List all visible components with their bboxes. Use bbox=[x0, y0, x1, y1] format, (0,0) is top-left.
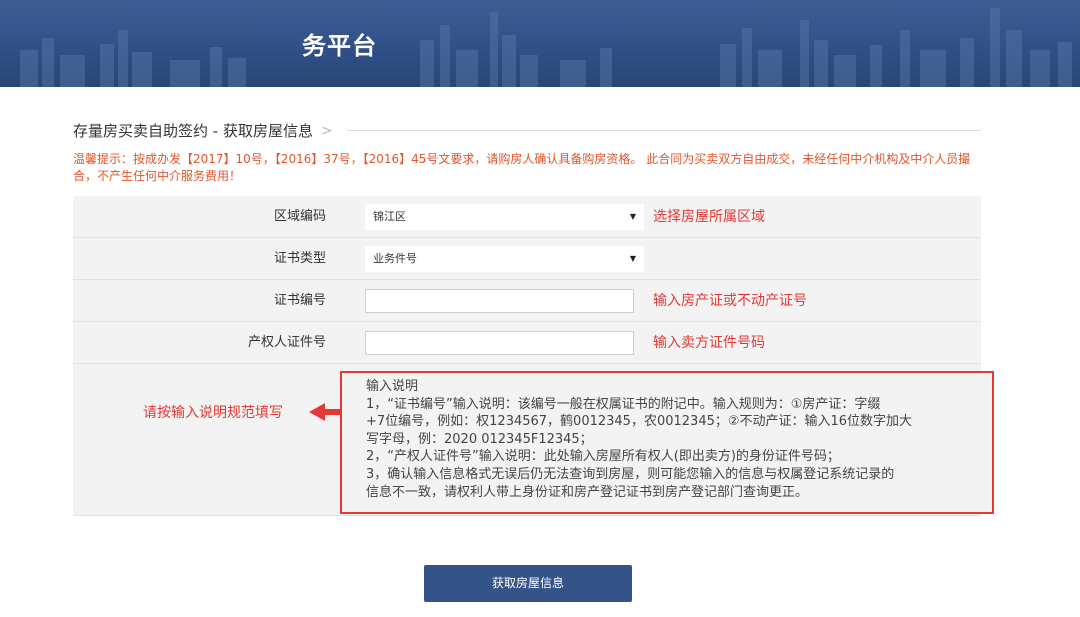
dropdown-arrow-icon: ▼ bbox=[629, 212, 636, 221]
header-banner: 务平台 bbox=[0, 0, 1080, 87]
breadcrumb-divider bbox=[347, 130, 981, 131]
instructions-line: +7位编号，例如：权1234567，鹤0012345，农0012345；②不动产… bbox=[366, 414, 913, 430]
instructions-line: 写字母，例：2020 012345F12345； bbox=[366, 431, 593, 447]
instructions-line: 信息不一致，请权利人带上身份证和房产登记证书到房产登记部门查询更正。 bbox=[366, 484, 809, 500]
cert-no-input[interactable] bbox=[365, 289, 634, 313]
cert-type-label: 证书类型 bbox=[273, 251, 326, 266]
cert-type-select-value: 业务件号 bbox=[373, 252, 417, 265]
owner-id-input[interactable] bbox=[365, 331, 634, 355]
form-row-cert-no: 证书编号 输入房产证或不动产证号 bbox=[73, 280, 981, 322]
owner-id-label: 产权人证件号 bbox=[247, 335, 326, 350]
breadcrumb-text: 存量房买卖自助签约 - 获取房屋信息 bbox=[73, 122, 313, 140]
site-title: 务平台 bbox=[302, 32, 377, 60]
form-row-owner-id: 产权人证件号 输入卖方证件号码 bbox=[73, 322, 981, 364]
cert-no-hint: 输入房产证或不动产证号 bbox=[653, 293, 807, 309]
input-instructions-box: 输入说明 1，“证书编号”输入说明：该编号一般在权属证书的附记中。输入规则为：①… bbox=[340, 371, 994, 514]
region-label: 区域编码 bbox=[273, 209, 326, 224]
breadcrumb: 存量房买卖自助签约 - 获取房屋信息 > bbox=[73, 120, 333, 141]
instructions-title: 输入说明 bbox=[366, 379, 419, 394]
owner-id-hint: 输入卖方证件号码 bbox=[653, 335, 765, 351]
form-row-region: 区域编码 锦江区 ▼ 选择房屋所属区域 bbox=[73, 196, 981, 238]
get-house-info-button[interactable]: 获取房屋信息 bbox=[424, 565, 632, 602]
dropdown-arrow-icon: ▼ bbox=[629, 254, 636, 263]
region-hint: 选择房屋所属区域 bbox=[653, 209, 765, 225]
form-row-explain: 请按输入说明规范填写 输入说明 1，“证书编号”输入说明：该编号一般在权属证书的… bbox=[73, 364, 994, 516]
fill-tip: 请按输入说明规范填写 bbox=[143, 405, 283, 421]
cert-type-select[interactable]: 业务件号 ▼ bbox=[365, 246, 644, 272]
region-select[interactable]: 锦江区 ▼ bbox=[365, 204, 644, 230]
instructions-line: 1，“证书编号”输入说明：该编号一般在权属证书的附记中。输入规则为：①房产证：字… bbox=[366, 396, 881, 412]
region-select-value: 锦江区 bbox=[373, 210, 406, 223]
house-info-form: 区域编码 锦江区 ▼ 选择房屋所属区域 证书类型 业务件号 ▼ 证书编号 输入房… bbox=[73, 196, 994, 516]
city-skyline-illustration bbox=[20, 8, 1072, 87]
cert-no-label: 证书编号 bbox=[273, 293, 326, 308]
chevron-right-icon: > bbox=[320, 122, 333, 139]
instructions-line: 2，“产权人证件号”输入说明：此处输入房屋所有权人(即出卖方)的身份证件号码； bbox=[366, 449, 840, 465]
form-row-cert-type: 证书类型 业务件号 ▼ bbox=[73, 238, 981, 280]
notice-text: 温馨提示：按成办发【2017】10号，【2016】37号，【2016】45号文要… bbox=[73, 152, 971, 183]
instructions-line: 3，确认输入信息格式无误后仍无法查询到房屋，则可能您输入的信息与权属登记系统记录… bbox=[366, 466, 895, 482]
